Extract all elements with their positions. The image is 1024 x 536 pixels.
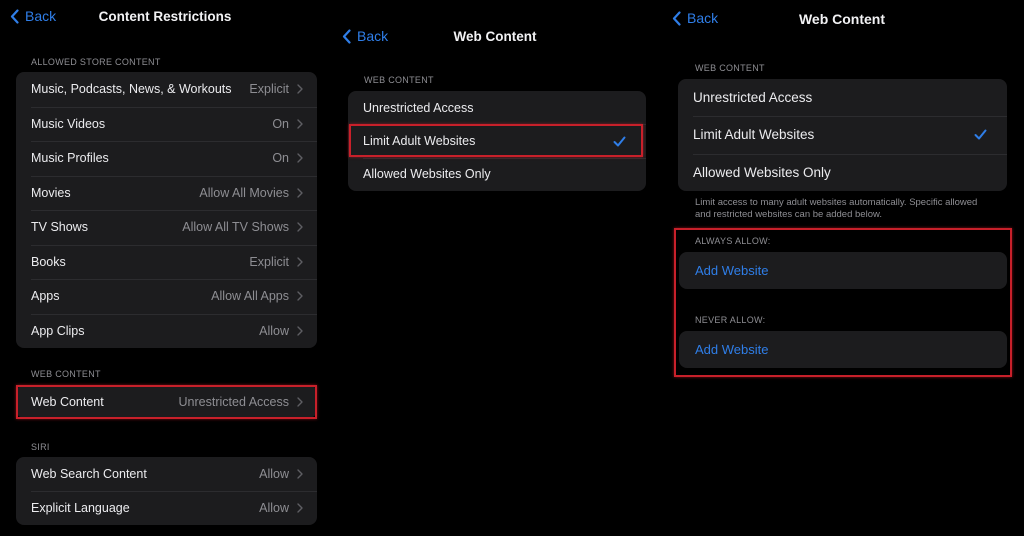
row-value-group: Allow All Movies [199, 186, 317, 200]
checkmark-icon [974, 129, 987, 140]
option-label: Allowed Websites Only [693, 164, 831, 180]
never-allow-group: Add Website [679, 331, 1007, 368]
add-website-never-button[interactable]: Add Website [679, 331, 1007, 368]
row-value: Allow All Apps [211, 289, 289, 304]
row-value-group: Allow [259, 467, 317, 481]
option-label: Unrestricted Access [693, 90, 813, 106]
row-value-group: Allow [259, 501, 317, 515]
row-value-group: On [272, 117, 317, 131]
option-label: Limit Adult Websites [363, 134, 476, 149]
chevron-right-icon [297, 119, 303, 129]
option-row[interactable]: Limit Adult Websites [348, 124, 646, 157]
row-label: App Clips [31, 323, 85, 338]
chevron-right-icon [297, 222, 303, 232]
option-row[interactable]: Allowed Websites Only [348, 157, 646, 191]
section-header-web: WEB CONTENT [364, 75, 434, 85]
checkmark-icon [613, 136, 626, 147]
web-options-group: Unrestricted Access Limit Adult Websites A… [678, 79, 1007, 191]
page-title: Content Restrictions [98, 9, 232, 24]
siri-group: Web Search Content Allow Explicit Language… [16, 457, 317, 525]
navbar: Back Content Restrictions [0, 8, 330, 28]
chevron-right-icon [297, 326, 303, 336]
web-options-group: Unrestricted Access Limit Adult Websites A… [348, 91, 646, 191]
settings-row[interactable]: Explicit Language Allow [16, 491, 317, 525]
add-website-label: Add Website [695, 263, 769, 278]
row-label: Books [31, 254, 66, 269]
web-content-panel-1: Back Web Content WEB CONTENT Unrestricte… [330, 0, 660, 536]
section-header-web: WEB CONTENT [695, 63, 765, 73]
option-row[interactable]: Unrestricted Access [348, 91, 646, 124]
chevron-right-icon [297, 84, 303, 94]
row-value: On [272, 151, 289, 166]
option-row[interactable]: Unrestricted Access [678, 79, 1007, 116]
row-value-group: Explicit [249, 82, 317, 96]
row-label: Apps [31, 289, 60, 304]
row-label: Web Search Content [31, 467, 147, 481]
row-label: Music, Podcasts, News, & Workouts [31, 82, 232, 97]
option-check-slot [974, 129, 1007, 140]
row-value-group: Allow All Apps [211, 289, 317, 303]
settings-row[interactable]: Music Videos On [16, 106, 317, 142]
footer-description: Limit access to many adult websites auto… [695, 197, 978, 220]
row-label: Music Videos [31, 116, 106, 131]
row-value: Allow All Movies [199, 185, 289, 200]
navbar: Back Web Content [330, 28, 660, 48]
chevron-right-icon [297, 291, 303, 301]
settings-row[interactable]: TV Shows Allow All TV Shows [16, 210, 317, 245]
section-header-store: ALLOWED STORE CONTENT [31, 57, 161, 67]
row-value-group: On [272, 151, 317, 165]
page-title: Web Content [453, 29, 537, 44]
chevron-right-icon [297, 153, 303, 163]
row-value-group: Allow [259, 324, 317, 338]
chevron-right-icon [297, 503, 303, 513]
section-header-web: WEB CONTENT [31, 369, 101, 379]
row-value-group: Explicit [249, 255, 317, 269]
row-value-group: Allow All TV Shows [182, 220, 317, 234]
navbar: Back Web Content [660, 10, 1024, 30]
row-value: Allow All TV Shows [182, 220, 289, 235]
chevron-right-icon [297, 469, 303, 479]
option-label: Allowed Websites Only [363, 167, 491, 182]
row-value: Explicit [249, 254, 289, 269]
settings-row[interactable]: App Clips Allow [16, 313, 317, 349]
add-website-label: Add Website [695, 342, 769, 357]
settings-row[interactable]: Music Profiles On [16, 141, 317, 176]
row-label: Web Content [31, 394, 104, 409]
settings-row[interactable]: Apps Allow All Apps [16, 279, 317, 314]
row-value: Allow [259, 501, 289, 515]
section-header-siri: SIRI [31, 442, 50, 452]
section-header-never-allow: NEVER ALLOW: [695, 315, 766, 325]
row-label: Explicit Language [31, 501, 130, 515]
settings-row[interactable]: Books Explicit [16, 244, 317, 280]
row-value-group: Unrestricted Access [179, 395, 317, 409]
page-title: Web Content [798, 11, 886, 27]
chevron-right-icon [297, 396, 303, 407]
option-row[interactable]: Limit Adult Websites [678, 116, 1007, 153]
row-value: Explicit [249, 82, 289, 97]
option-label: Limit Adult Websites [693, 127, 815, 143]
chevron-right-icon [297, 257, 303, 267]
add-website-always-button[interactable]: Add Website [679, 252, 1007, 289]
always-allow-group: Add Website [679, 252, 1007, 289]
row-value: Allow [259, 467, 289, 481]
chevron-right-icon [297, 188, 303, 198]
option-label: Unrestricted Access [363, 100, 474, 115]
option-row[interactable]: Allowed Websites Only [678, 153, 1007, 191]
row-label: Music Profiles [31, 151, 109, 166]
settings-row[interactable]: Web Content Unrestricted Access [16, 385, 317, 418]
row-label: Movies [31, 185, 71, 200]
web-content-panel-2: Back Web Content WEB CONTENT Unrestricte… [660, 0, 1024, 536]
content-restrictions-panel: Back Content Restrictions ALLOWED STORE … [0, 0, 330, 536]
web-content-group: Web Content Unrestricted Access [16, 385, 317, 418]
settings-row[interactable]: Music, Podcasts, News, & Workouts Explici… [16, 72, 317, 107]
row-value: Unrestricted Access [178, 394, 289, 409]
row-value: On [272, 116, 289, 131]
row-label: TV Shows [31, 220, 88, 235]
section-header-always-allow: ALWAYS ALLOW: [695, 236, 771, 246]
option-check-slot [613, 136, 646, 147]
settings-row[interactable]: Movies Allow All Movies [16, 175, 317, 211]
store-content-group: Music, Podcasts, News, & Workouts Explici… [16, 72, 317, 348]
row-value: Allow [259, 323, 289, 338]
settings-row[interactable]: Web Search Content Allow [16, 457, 317, 491]
